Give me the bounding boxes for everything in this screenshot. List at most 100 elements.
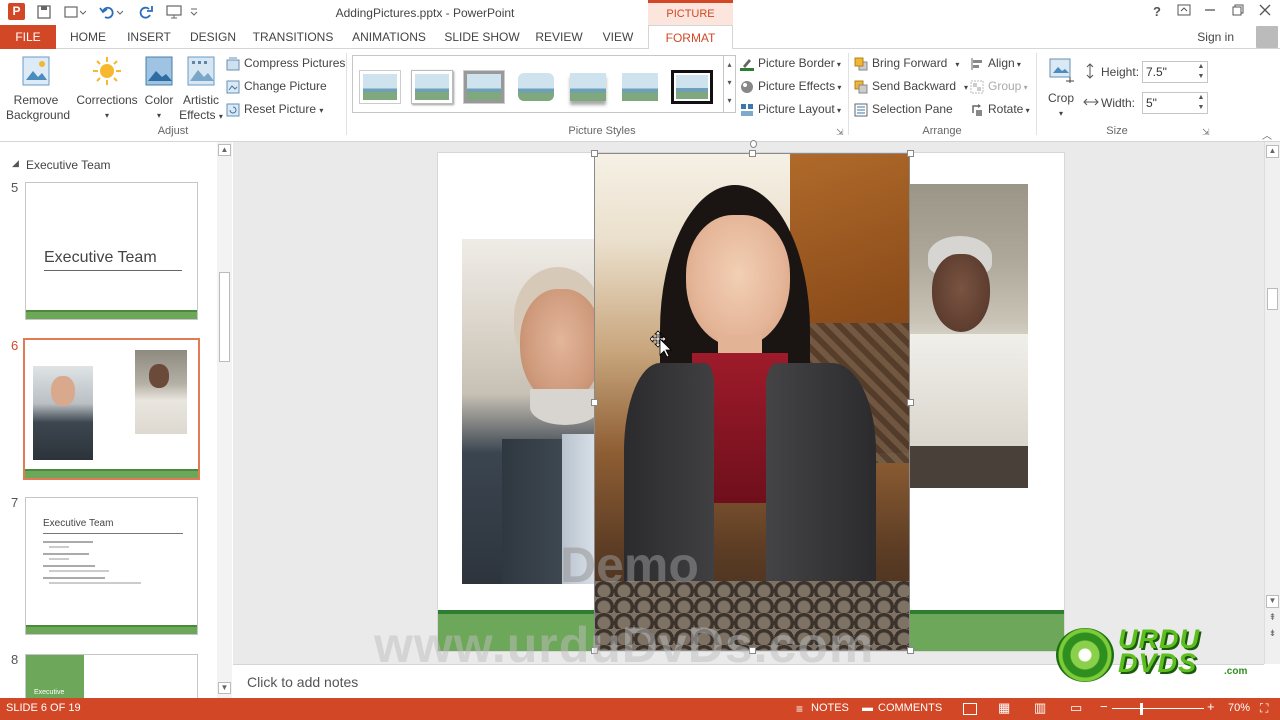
resize-handle-bottom[interactable]: [749, 647, 756, 654]
scroll-up-arrow[interactable]: ▲: [218, 144, 231, 156]
fit-slide-icon[interactable]: ⛶: [1260, 701, 1268, 716]
resize-handle-bottom-left[interactable]: [591, 647, 598, 654]
align-button[interactable]: Align ▾: [970, 53, 1021, 73]
picture-style-2[interactable]: [411, 70, 453, 104]
normal-view-icon[interactable]: [963, 703, 977, 715]
resize-handle-right[interactable]: [907, 399, 914, 406]
user-avatar[interactable]: [1256, 26, 1278, 48]
slide-6-canvas[interactable]: [437, 140, 1065, 654]
resize-handle-left[interactable]: [591, 399, 598, 406]
photo-woman-executive[interactable]: [910, 184, 1028, 488]
restore-icon[interactable]: [1227, 4, 1249, 20]
rotate-button[interactable]: Rotate ▾: [970, 99, 1030, 119]
artistic-effects-label-2-row: Effects ▾: [178, 108, 224, 124]
picture-style-1[interactable]: [359, 70, 401, 104]
slide-thumbnail-8[interactable]: Executive: [25, 654, 198, 698]
notes-placeholder[interactable]: Click to add notes: [247, 674, 358, 690]
previous-slide-icon[interactable]: ⇞: [1266, 612, 1279, 625]
scroll-thumb[interactable]: [1267, 288, 1278, 310]
height-input[interactable]: 7.5" ▲ ▼: [1142, 61, 1208, 83]
picture-border-button[interactable]: Picture Border ▾: [740, 53, 841, 73]
picture-styles-gallery[interactable]: ▴ ▾ ▾: [352, 55, 736, 113]
sign-in-link[interactable]: Sign in: [1197, 25, 1234, 49]
group-button[interactable]: Group ▾: [970, 76, 1028, 96]
next-slide-icon[interactable]: ⇟: [1266, 628, 1279, 641]
tab-home[interactable]: HOME: [64, 25, 112, 49]
selection-pane-button[interactable]: Selection Pane: [854, 99, 953, 119]
resize-handle-top[interactable]: [749, 150, 756, 157]
width-spinner[interactable]: ▲ ▼: [1195, 93, 1207, 113]
thumbnail-scrollbar[interactable]: ▲ ▼: [217, 142, 232, 698]
zoom-level[interactable]: 70%: [1228, 702, 1250, 714]
zoom-out-icon[interactable]: −: [1100, 699, 1108, 714]
picture-effects-button[interactable]: Picture Effects ▾: [740, 76, 841, 96]
crop-button[interactable]: Crop ▾: [1042, 55, 1080, 121]
picture-style-5[interactable]: [567, 70, 609, 104]
reset-picture-button[interactable]: Reset Picture ▾: [226, 99, 323, 119]
close-icon[interactable]: [1254, 4, 1276, 20]
picture-style-6[interactable]: [619, 70, 661, 104]
help-button[interactable]: ?: [1146, 4, 1168, 20]
bring-forward-button[interactable]: Bring Forward ▾: [854, 53, 959, 73]
crop-icon: [1042, 55, 1080, 89]
tab-design[interactable]: DESIGN: [186, 25, 240, 49]
zoom-in-icon[interactable]: +: [1207, 699, 1215, 714]
send-backward-button[interactable]: Send Backward ▾: [854, 76, 968, 96]
slide-thumbnail-7[interactable]: Executive Team: [25, 497, 198, 635]
resize-handle-top-right[interactable]: [907, 150, 914, 157]
slide-sorter-icon[interactable]: ▦: [998, 700, 1010, 716]
photo-woman-selected[interactable]: [594, 153, 910, 651]
scroll-up-arrow[interactable]: ▲: [1266, 145, 1279, 158]
remove-background-button[interactable]: Remove Background: [6, 55, 71, 123]
compress-pictures-button[interactable]: Compress Pictures: [226, 53, 345, 73]
ribbon-display-options-icon[interactable]: [1173, 4, 1195, 20]
picture-style-4[interactable]: [515, 70, 557, 104]
tab-insert[interactable]: INSERT: [122, 25, 176, 49]
status-bar: SLIDE 6 OF 19 ≡ NOTES ▬ COMMENTS ▦ ▥ ▭ −…: [0, 698, 1280, 720]
minimize-icon[interactable]: [1199, 4, 1221, 20]
picture-layout-button[interactable]: Picture Layout ▾: [740, 99, 841, 119]
height-spinner[interactable]: ▲ ▼: [1195, 62, 1207, 82]
picture-style-7[interactable]: [671, 70, 713, 104]
picture-styles-launcher-icon[interactable]: ⇲: [836, 127, 844, 138]
zoom-slider-track[interactable]: [1112, 708, 1204, 709]
section-collapse-icon[interactable]: ◢: [12, 158, 19, 169]
notes-button[interactable]: NOTES: [811, 702, 849, 714]
color-button[interactable]: Color ▾: [140, 55, 178, 123]
gallery-scroll[interactable]: ▴ ▾ ▾: [723, 56, 735, 112]
thumbnail-title: Executive Team: [43, 518, 114, 529]
width-input[interactable]: 5" ▲ ▼: [1142, 92, 1208, 114]
slide-count[interactable]: SLIDE 6 OF 19: [6, 702, 81, 714]
resize-handle-bottom-right[interactable]: [907, 647, 914, 654]
tab-view[interactable]: VIEW: [596, 25, 640, 49]
corrections-button[interactable]: Corrections ▾: [76, 55, 138, 123]
tab-animations[interactable]: ANIMATIONS: [346, 25, 432, 49]
tab-transitions[interactable]: TRANSITIONS: [250, 25, 336, 49]
size-launcher-icon[interactable]: ⇲: [1202, 127, 1210, 138]
send-backward-icon: [854, 80, 868, 94]
scroll-down-arrow[interactable]: ▼: [218, 682, 231, 694]
section-header[interactable]: Executive Team: [26, 158, 111, 172]
tab-slide-show[interactable]: SLIDE SHOW: [442, 25, 522, 49]
slide-thumbnail-6[interactable]: [23, 338, 200, 480]
photo-man-executive[interactable]: [462, 239, 602, 584]
slide-thumbnail-5[interactable]: Executive Team: [25, 182, 198, 320]
tab-file[interactable]: FILE: [0, 25, 56, 49]
reading-view-icon[interactable]: ▥: [1034, 700, 1046, 716]
resize-handle-top-left[interactable]: [591, 150, 598, 157]
scroll-thumb[interactable]: [219, 272, 230, 362]
artistic-effects-button[interactable]: Artistic Effects ▾: [178, 55, 224, 124]
slide-vertical-scrollbar[interactable]: ▲ ▼ ⇞ ⇟: [1264, 142, 1280, 664]
rotate-icon: [970, 103, 984, 117]
rotate-handle-icon[interactable]: [750, 140, 757, 148]
scroll-down-arrow[interactable]: ▼: [1266, 595, 1279, 608]
change-picture-button[interactable]: Change Picture: [226, 76, 327, 96]
picture-style-3[interactable]: [463, 70, 505, 104]
remove-background-label-2: Background: [6, 108, 71, 122]
tab-review[interactable]: REVIEW: [532, 25, 586, 49]
slide-show-icon[interactable]: ▭: [1070, 700, 1082, 716]
zoom-slider-thumb[interactable]: [1140, 703, 1143, 715]
collapse-ribbon-icon[interactable]: ︿: [1262, 127, 1272, 142]
comments-button[interactable]: COMMENTS: [878, 702, 942, 714]
tab-format[interactable]: FORMAT: [648, 25, 733, 50]
